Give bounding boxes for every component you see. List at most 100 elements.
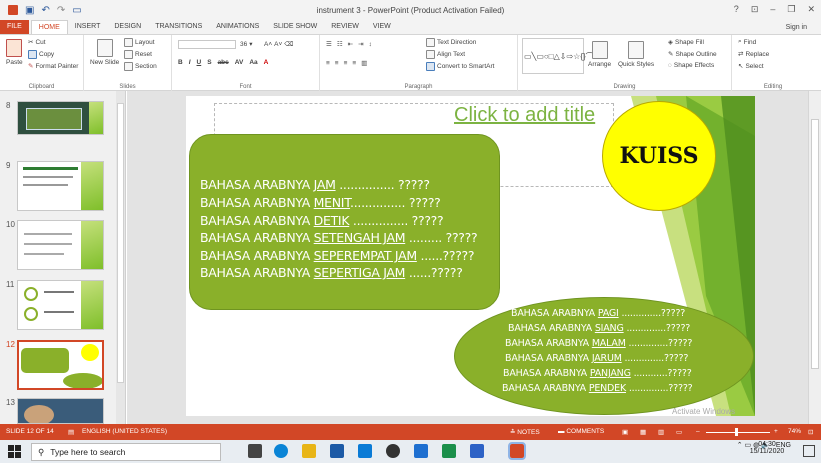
taskbar-search-box[interactable]: ⚲ Type here to search (31, 443, 221, 461)
thumbnail-slide-13[interactable] (17, 398, 104, 424)
section-button[interactable]: Section (124, 62, 157, 71)
shape-outline-button[interactable]: ✎ Shape Outline (668, 50, 717, 59)
tab-design[interactable]: DESIGN (107, 20, 148, 34)
align-left-icon[interactable]: ≡ (326, 60, 330, 67)
change-case-button[interactable]: Aa (249, 59, 257, 66)
thumbnail-slide-12[interactable] (17, 340, 104, 390)
tab-review[interactable]: REVIEW (324, 20, 366, 34)
increase-indent-icon[interactable]: ⇥ (358, 40, 363, 48)
text-direction-button[interactable]: Text Direction (426, 38, 476, 47)
strikethrough-button[interactable]: abc (218, 59, 229, 66)
select-button[interactable]: ↖ Select (738, 62, 764, 71)
bold-button[interactable]: B (178, 59, 183, 66)
numbering-icon[interactable]: ☷ (337, 40, 343, 48)
windows-start-icon[interactable] (8, 445, 21, 458)
ribbon-display-options-button[interactable]: ⊡ (751, 4, 759, 15)
fit-slide-icon[interactable]: ⊡ (808, 428, 813, 436)
tab-insert[interactable]: INSERT (68, 20, 108, 34)
convert-smartart-button[interactable]: Convert to SmartArt (426, 62, 494, 71)
clock[interactable]: 04:30 15/11/2020 (741, 441, 793, 455)
scrollbar-thumb[interactable] (811, 119, 819, 369)
slide-show-icon[interactable]: ▭ (676, 428, 682, 436)
notifications-icon[interactable] (803, 445, 815, 457)
thumbnail-slide-8[interactable] (17, 101, 104, 135)
photos-icon[interactable] (470, 444, 484, 458)
grow-font-icon[interactable]: A˄ (264, 41, 272, 48)
justify-icon[interactable]: ≡ (352, 60, 356, 67)
font-size-buttons[interactable]: A˄ A˅ ⌫ (264, 40, 293, 49)
tab-transitions[interactable]: TRANSITIONS (148, 20, 209, 34)
shrink-font-icon[interactable]: A˅ (274, 41, 282, 48)
align-right-icon[interactable]: ≡ (344, 60, 348, 67)
format-painter-button[interactable]: ✎ Format Painter (28, 62, 78, 71)
maximize-button[interactable]: ❐ (787, 4, 795, 15)
word-icon[interactable] (414, 444, 428, 458)
sign-in-link[interactable]: Sign in (786, 24, 807, 31)
thumbnail-slide-9[interactable] (17, 161, 104, 211)
reading-view-icon[interactable]: ▥ (658, 428, 664, 436)
powerpoint-taskbar-icon[interactable] (508, 442, 526, 460)
bullets-icon[interactable]: ☰ (326, 40, 332, 48)
scrollbar-thumb[interactable] (117, 103, 124, 383)
decrease-indent-icon[interactable]: ⇤ (348, 40, 353, 48)
close-button[interactable]: ✕ (807, 4, 815, 15)
question-box-day[interactable]: BAHASA ARABNYA PAGI ..............????? … (454, 297, 754, 415)
zoom-out-button[interactable]: – (696, 428, 700, 435)
char-spacing-button[interactable]: AV (235, 59, 244, 66)
comments-button[interactable]: ▬ COMMENTS (558, 428, 604, 435)
tab-animations[interactable]: ANIMATIONS (209, 20, 266, 34)
mail-icon[interactable] (358, 444, 372, 458)
reset-button[interactable]: Reset (124, 50, 152, 59)
edge-icon[interactable] (274, 444, 288, 458)
store-icon[interactable] (330, 444, 344, 458)
zoom-level[interactable]: 74% (788, 428, 801, 435)
paste-button[interactable]: Paste (6, 39, 23, 66)
shadow-button[interactable]: S (207, 59, 211, 66)
thumbnail-scrollbar[interactable] (116, 91, 125, 424)
underline-button[interactable]: U (197, 59, 202, 66)
clear-formatting-icon[interactable]: ⌫ (284, 40, 293, 48)
tab-slide-show[interactable]: SLIDE SHOW (266, 20, 324, 34)
thumbnail-slide-10[interactable] (17, 220, 104, 270)
tab-file[interactable]: FILE (0, 20, 29, 34)
zoom-slider-thumb[interactable] (735, 428, 738, 436)
zoom-in-button[interactable]: + (774, 428, 778, 435)
task-view-icon[interactable] (248, 444, 262, 458)
line-spacing-icon[interactable]: ↕ (369, 41, 372, 48)
media-icon[interactable] (386, 444, 400, 458)
cut-button[interactable]: ✂ Cut (28, 38, 46, 47)
layout-button[interactable]: Layout (124, 38, 155, 47)
shape-effects-button[interactable]: ◌ Shape Effects (668, 62, 714, 69)
new-slide-button[interactable]: New Slide (90, 39, 119, 66)
quick-styles-button[interactable]: Quick Styles (618, 41, 654, 68)
normal-view-icon[interactable]: ▣ (622, 428, 628, 436)
slide-sorter-icon[interactable]: ▦ (640, 428, 646, 436)
language-indicator[interactable]: ENGLISH (UNITED STATES) (82, 428, 167, 435)
arrange-button[interactable]: Arrange (588, 41, 611, 68)
font-color-button[interactable]: A (264, 59, 269, 66)
vertical-scrollbar[interactable] (808, 91, 821, 424)
spellcheck-icon[interactable]: ▤ (68, 428, 74, 436)
tab-view[interactable]: VIEW (366, 20, 398, 34)
copy-button[interactable]: Copy (28, 50, 54, 59)
notes-button[interactable]: ≛ NOTES (510, 428, 540, 436)
tab-home[interactable]: HOME (30, 20, 68, 34)
thumbnail-slide-11[interactable] (17, 280, 104, 330)
find-button[interactable]: ⌕ Find (738, 38, 756, 46)
font-size-dropdown[interactable]: 36 ▾ (240, 40, 253, 49)
shapes-gallery[interactable]: ▭╲▭○□△⇩⇨☆{}⌒ (522, 38, 594, 74)
question-box-time[interactable]: BAHASA ARABNYA JAM ............... ?????… (189, 134, 500, 310)
excel-icon[interactable] (442, 444, 456, 458)
replace-button[interactable]: ⇄ Replace (738, 50, 769, 59)
align-center-icon[interactable]: ≡ (335, 60, 339, 67)
shape-fill-button[interactable]: ◈ Shape Fill (668, 38, 704, 47)
align-text-button[interactable]: Align Text (426, 50, 465, 59)
kuis-circle[interactable]: KUISS (602, 101, 716, 211)
italic-button[interactable]: I (189, 59, 191, 66)
file-explorer-icon[interactable] (302, 444, 316, 458)
title-placeholder[interactable]: Click to add title (454, 104, 595, 127)
zoom-slider[interactable] (706, 432, 770, 433)
help-button[interactable]: ? (734, 4, 739, 15)
font-family-dropdown[interactable] (178, 40, 236, 49)
columns-icon[interactable]: ▥ (361, 59, 367, 67)
